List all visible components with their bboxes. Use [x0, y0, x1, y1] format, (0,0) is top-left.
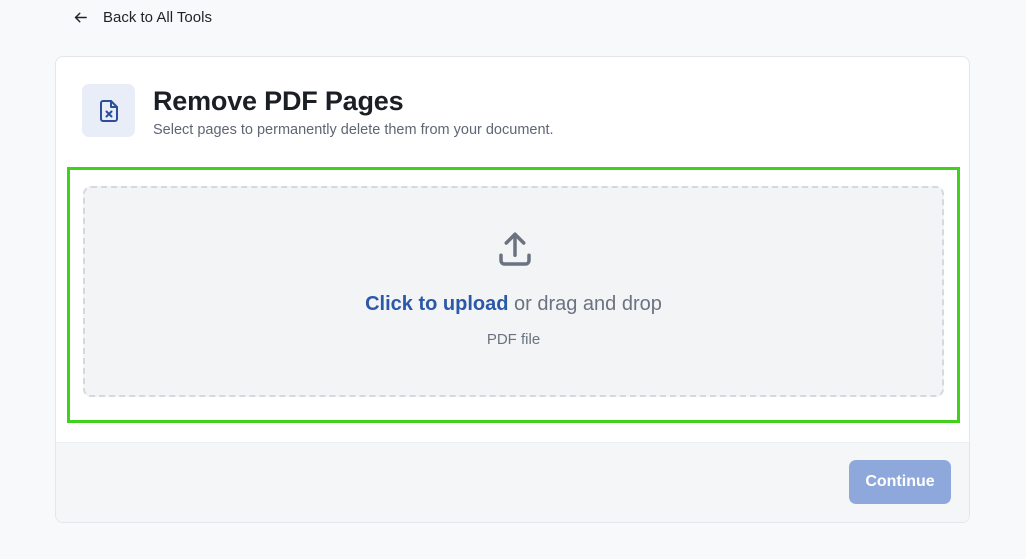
click-to-upload-link[interactable]: Click to upload — [365, 293, 508, 315]
arrow-left-icon — [74, 12, 87, 22]
card-footer: Continue — [56, 442, 969, 522]
page-subtitle: Select pages to permanently delete them … — [153, 122, 554, 138]
continue-button[interactable]: Continue — [849, 460, 951, 504]
tool-card: Remove PDF Pages Select pages to permane… — [55, 56, 970, 523]
back-link-label: Back to All Tools — [103, 8, 212, 26]
file-x-icon — [99, 99, 118, 122]
back-to-all-tools-link[interactable]: Back to All Tools — [72, 7, 212, 27]
drag-drop-text: or drag and drop — [508, 293, 662, 315]
upload-icon — [499, 232, 531, 266]
file-dropzone[interactable]: Click to upload or drag and drop PDF fil… — [83, 186, 944, 397]
upload-area-highlight: Click to upload or drag and drop PDF fil… — [67, 167, 960, 423]
page-title: Remove PDF Pages — [153, 86, 404, 116]
file-type-hint: PDF file — [486, 331, 541, 348]
tool-icon-badge — [82, 84, 135, 137]
upload-instructions: Click to upload or drag and drop — [85, 293, 942, 316]
